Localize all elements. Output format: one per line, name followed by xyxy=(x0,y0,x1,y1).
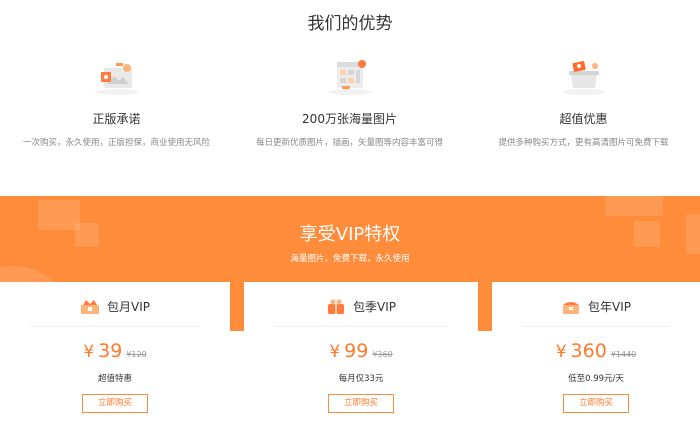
advantage-item-discount: 超值优惠 提供多种购买方式，更有高清图片可免费下载 xyxy=(467,54,700,148)
discount-icon xyxy=(559,54,609,96)
plan-card-yearly: 包年VIP ¥ 360 ¥1440 低至0.99元/天 立即购买 xyxy=(492,282,700,424)
plan-name: 包年VIP xyxy=(492,298,700,315)
image-library-icon xyxy=(325,54,375,96)
buy-button[interactable]: 立即购买 xyxy=(82,394,148,413)
advantage-title: 正版承诺 xyxy=(92,112,141,126)
plan-price: ¥ 360 ¥1440 xyxy=(492,340,700,362)
plan-note: 超值特惠 xyxy=(97,374,132,384)
advantage-title: 超值优惠 xyxy=(559,112,608,126)
plan-name-label: 包季VIP xyxy=(353,300,396,314)
plan-card-monthly: 包月VIP ¥ 39 ¥120 超值特惠 立即购买 xyxy=(0,282,230,424)
plan-name: 包月VIP xyxy=(0,298,230,315)
divider xyxy=(522,326,670,327)
plan-name: 包季VIP xyxy=(244,298,478,315)
plan-note: 低至0.99元/天 xyxy=(568,374,624,384)
buy-button[interactable]: 立即购买 xyxy=(563,394,629,413)
divider xyxy=(30,326,200,327)
advantage-desc: 提供多种购买方式，更有高清图片可免费下载 xyxy=(498,138,669,148)
currency: ¥ xyxy=(329,342,341,362)
advantage-item-library: 200万张海量图片 每日更新优质图片，插画，矢量图等内容丰富可得 xyxy=(233,54,466,148)
decor-square xyxy=(605,196,663,216)
plan-name-label: 包年VIP xyxy=(588,300,631,314)
gift-icon xyxy=(326,299,346,315)
advantages-title: 我们的优势 xyxy=(307,14,393,34)
plan-note: 每月仅33元 xyxy=(338,374,384,384)
vip-subtitle: 海量图片，免费下载，永久使用 xyxy=(290,254,410,264)
advantage-title: 200万张海量图片 xyxy=(302,112,397,126)
plan-price: ¥ 39 ¥120 xyxy=(0,340,230,362)
crown-icon xyxy=(80,299,100,315)
plan-card-quarterly: 包季VIP ¥ 99 ¥360 每月仅33元 立即购买 xyxy=(244,282,478,424)
original-price: ¥360 xyxy=(372,350,393,359)
certificate-icon xyxy=(92,54,142,96)
price-value: 360 xyxy=(570,340,607,362)
price-value: 99 xyxy=(344,340,369,362)
treasure-icon xyxy=(561,299,581,315)
advantage-item-genuine: 正版承诺 一次购买，永久使用，正版担保，商业使用无风险 xyxy=(0,54,233,148)
plan-name-label: 包月VIP xyxy=(107,300,150,314)
buy-button[interactable]: 立即购买 xyxy=(328,394,394,413)
advantage-desc: 每日更新优质图片，插画，矢量图等内容丰富可得 xyxy=(255,138,443,148)
original-price: ¥1440 xyxy=(610,350,637,359)
currency: ¥ xyxy=(83,342,95,362)
plan-price: ¥ 99 ¥360 xyxy=(244,340,478,362)
advantage-desc: 一次购买，永久使用，正版担保，商业使用无风险 xyxy=(22,138,210,148)
price-value: 39 xyxy=(98,340,123,362)
vip-title: 享受VIP特权 xyxy=(299,224,401,245)
divider xyxy=(274,326,448,327)
currency: ¥ xyxy=(555,342,567,362)
original-price: ¥120 xyxy=(126,350,147,359)
